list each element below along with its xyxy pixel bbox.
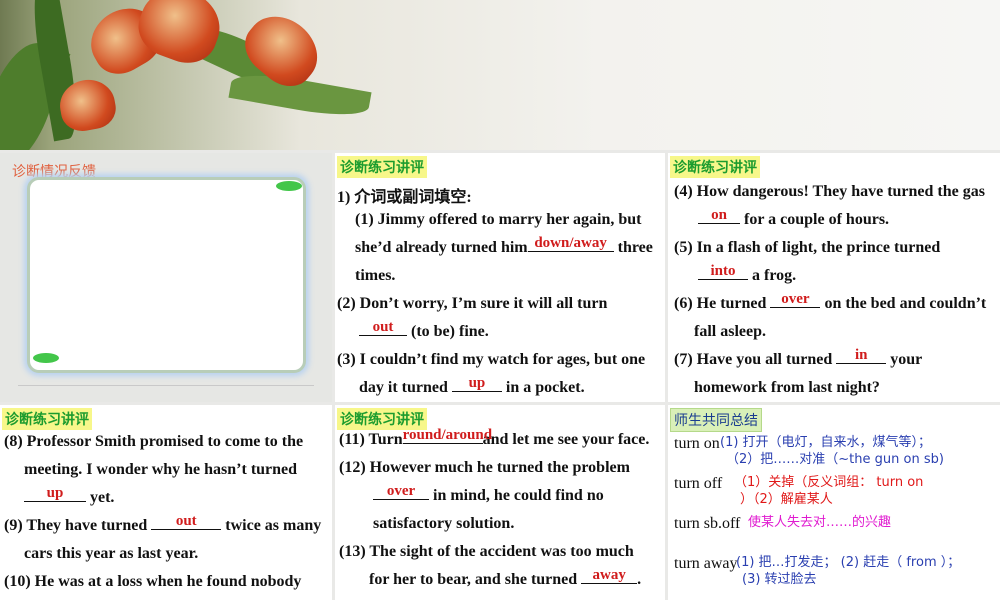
line-text: (9) They have turned — [4, 517, 152, 534]
line-text: yet. — [86, 489, 115, 506]
line-text: homework from last night? — [694, 379, 880, 396]
line-text: three — [613, 239, 653, 256]
answer-blank: out — [151, 513, 222, 530]
exercise-line: times. — [355, 267, 395, 285]
exercise-line: over in mind, he could find no — [373, 483, 604, 505]
line-text: and let me see your face. — [482, 431, 650, 448]
exercise-line: meeting. I wonder why he hasn’t turned — [24, 461, 297, 479]
answer-blank: round/around — [402, 427, 493, 444]
exercise-line: she’d already turned him down/away three — [355, 235, 653, 257]
line-text: meeting. I wonder why he hasn’t turned — [24, 461, 298, 478]
line-text: (4) How dangerous! They have turned the … — [674, 183, 985, 200]
exercise-line: for her to bear, and she turned away. — [369, 567, 642, 589]
divider — [18, 385, 314, 386]
line-text: for her to bear, and she turned — [369, 571, 582, 588]
section-tag: 诊断练习讲评 — [2, 408, 92, 430]
exercise-line: (8) Professor Smith promised to come to … — [4, 433, 303, 451]
flower-decoration — [33, 353, 59, 363]
exercise-line: (13) The sight of the accident was too m… — [339, 543, 634, 561]
line-text: (1) Jimmy offered to marry her again, bu… — [355, 211, 642, 228]
line-text: on the bed and couldn’t — [820, 295, 987, 312]
answer-blank: up — [451, 375, 502, 392]
summary-term: turn on — [674, 435, 720, 452]
line-text: (13) The sight of the accident was too m… — [339, 543, 634, 560]
line-text: (7) Have you all turned — [674, 351, 837, 368]
summary-definition: ）（2）解雇某人 — [740, 492, 833, 507]
answer-blank: out — [359, 319, 407, 336]
exercise-panel-3: 诊断练习讲评 (8) Professor Smith promised to co… — [0, 405, 332, 600]
line-text: fall asleep. — [694, 323, 766, 340]
line-text: (to be) fine. — [407, 323, 489, 340]
summary-definition: （2）把……对准（~the gun on sb) — [726, 452, 944, 467]
section-tag: 诊断练习讲评 — [670, 156, 760, 178]
exercise-line: (1) Jimmy offered to marry her again, bu… — [355, 211, 641, 229]
tulip-banner-image — [0, 0, 1000, 150]
exercise-line: (11) Turnround/aroundand let me see your… — [339, 427, 650, 449]
summary-definition: (3) 转过脸去 — [742, 572, 817, 587]
line-text: . — [637, 571, 642, 588]
answer-blank: away — [581, 567, 638, 584]
summary-term: turn away — [674, 555, 738, 572]
line-text: (10) He was at a loss when he found nobo… — [4, 573, 302, 590]
answer-blank: up — [24, 485, 86, 502]
exercise-line: (5) In a flash of light, the prince turn… — [674, 239, 940, 257]
line-text: (12) However much he turned the problem — [339, 459, 630, 476]
line-text: day it turned — [359, 379, 452, 396]
section-tag: 诊断练习讲评 — [337, 156, 427, 178]
line-text: (6) He turned — [674, 295, 771, 312]
line-text: 1) 介词或副词填空: — [337, 189, 472, 206]
exercise-line: (9) They have turned out twice as many — [4, 513, 322, 535]
summary-term: turn off — [674, 475, 723, 492]
line-text: satisfactory solution. — [373, 515, 515, 532]
exercise-line: day it turned up in a pocket. — [359, 375, 585, 397]
line-text: for a couple of hours. — [740, 211, 890, 228]
section-tag: 师生共同总结 — [670, 408, 762, 432]
exercise-line: (6) He turned over on the bed and couldn… — [674, 291, 987, 313]
exercise-line: (3) I couldn’t find my watch for ages, b… — [337, 351, 645, 369]
exercise-line: fall asleep. — [694, 323, 766, 341]
exercise-line: (12) However much he turned the problem — [339, 459, 630, 477]
exercise-line: 1) 介词或副词填空: — [337, 183, 472, 207]
answer-blank: into — [698, 263, 748, 280]
answer-blank: on — [698, 207, 740, 224]
line-text: your — [886, 351, 923, 368]
flower-decoration — [276, 181, 302, 191]
line-text: in a pocket. — [501, 379, 585, 396]
exercise-panel-2: 诊断练习讲评 (4) How dangerous! They have turne… — [668, 153, 1000, 402]
summary-panel: 师生共同总结 turn on (1) 打开（电灯，自来水，煤气等）； （2）把……对准… — [668, 405, 1000, 600]
exercise-line: into a frog. — [698, 263, 797, 285]
answer-blank: down/away — [527, 235, 614, 252]
line-text: (3) I couldn’t find my watch for ages, b… — [337, 351, 646, 368]
line-text: times. — [355, 267, 396, 284]
exercise-line: (4) How dangerous! They have turned the … — [674, 183, 985, 201]
exercise-line: (10) He was at a loss when he found nobo… — [4, 573, 301, 591]
feedback-frame — [27, 177, 306, 373]
line-text: (11) Turn — [339, 431, 403, 448]
answer-blank: over — [770, 291, 821, 308]
line-text: (2) Don’t worry, I’m sure it will all tu… — [337, 295, 608, 312]
exercise-line: (2) Don’t worry, I’m sure it will all tu… — [337, 295, 607, 313]
exercise-panel-1: 诊断练习讲评 1) 介词或副词填空: (1) Jimmy offered to ma… — [335, 153, 665, 402]
answer-blank: over — [373, 483, 429, 500]
line-text: she’d already turned him — [355, 239, 528, 256]
feedback-panel: 诊断情况反馈 — [0, 153, 332, 402]
line-text: cars this year as last year. — [24, 545, 199, 562]
exercise-line: cars this year as last year. — [24, 545, 198, 563]
exercise-line: up yet. — [24, 485, 115, 507]
line-text: (8) Professor Smith promised to come to … — [4, 433, 304, 450]
summary-definition: 使某人失去对……的兴趣 — [748, 515, 892, 530]
line-text: twice as many — [221, 517, 322, 534]
answer-blank: in — [836, 347, 887, 364]
exercise-line: out (to be) fine. — [359, 319, 489, 341]
summary-term: turn sb.off — [674, 515, 741, 532]
line-text: in mind, he could find no — [429, 487, 604, 504]
exercise-line: homework from last night? — [694, 379, 880, 397]
exercise-line: on for a couple of hours. — [698, 207, 890, 229]
line-text: a frog. — [748, 267, 797, 284]
exercise-line: (7) Have you all turned in your — [674, 347, 923, 369]
line-text: (5) In a flash of light, the prince turn… — [674, 239, 941, 256]
exercise-panel-4: 诊断练习讲评 (11) Turnround/aroundand let me se… — [335, 405, 665, 600]
exercise-line: satisfactory solution. — [373, 515, 514, 533]
